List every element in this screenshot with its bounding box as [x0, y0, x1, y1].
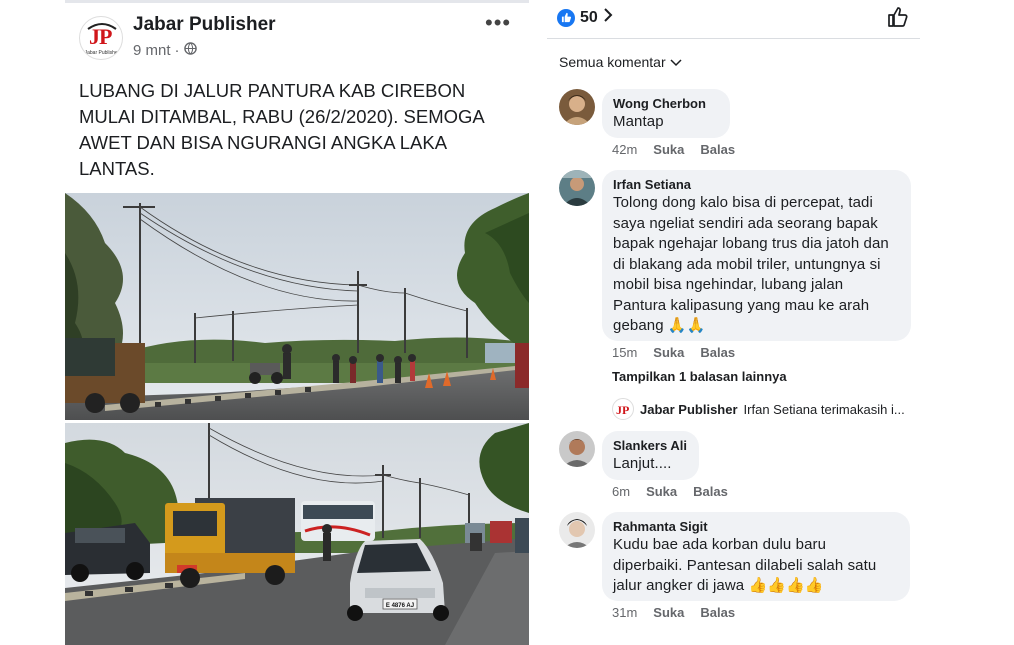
comment-actions: 42m Suka Balas	[612, 142, 735, 157]
comment-text: Lanjut....	[613, 455, 672, 472]
comment-actions: 31m Suka Balas	[612, 605, 735, 620]
chevron-down-icon	[670, 54, 682, 70]
reaction-summary[interactable]: 50	[557, 8, 613, 27]
svg-text:JP: JP	[616, 403, 629, 417]
like-comment-button[interactable]: Suka	[653, 345, 684, 360]
reply-preview[interactable]: JP Jabar Publisher Irfan Setiana terimak…	[612, 398, 905, 420]
more-horizontal-icon[interactable]: •••	[485, 10, 511, 36]
view-more-replies-link[interactable]: Tampilkan 1 balasan lainnya	[612, 369, 787, 384]
page-avatar-small: JP	[612, 398, 634, 420]
svg-text:E 4876 AJ: E 4876 AJ	[386, 603, 414, 609]
road-photo-2[interactable]: E 4876 AJ	[65, 423, 529, 645]
road-photo-1[interactable]	[65, 193, 529, 420]
reply-comment-button[interactable]: Balas	[700, 605, 735, 620]
comment-sort-dropdown[interactable]: Semua komentar	[559, 54, 682, 70]
reply-comment-button[interactable]: Balas	[693, 484, 728, 499]
post-meta: 9 mnt ·	[133, 42, 197, 59]
post-text: LUBANG DI JALUR PANTURA KAB CIREBON MULA…	[79, 80, 484, 179]
comment-time[interactable]: 42m	[612, 142, 637, 157]
commenter-name[interactable]: Wong Cherbon	[613, 95, 719, 112]
commenter-name[interactable]: Slankers Ali	[613, 437, 688, 454]
globe-icon	[183, 42, 197, 59]
divider	[547, 38, 920, 39]
comment-time[interactable]: 31m	[612, 605, 637, 620]
avatar[interactable]	[559, 89, 595, 125]
comment-actions: 6m Suka Balas	[612, 484, 728, 499]
like-reaction-icon	[557, 8, 575, 27]
comments-panel: 50 Semua komentar Wong Cherbon Mantap 42…	[547, 0, 920, 645]
post-card: J P Jabar Publisher Jabar Publisher 9 mn…	[65, 0, 529, 645]
page-avatar[interactable]: J P Jabar Publisher	[79, 16, 123, 60]
comment-text: Tolong dong kalo bisa di percepat, tadi …	[613, 194, 889, 334]
like-comment-button[interactable]: Suka	[646, 484, 677, 499]
post-author[interactable]: Jabar Publisher	[133, 14, 276, 36]
commenter-name[interactable]: Irfan Setiana	[613, 176, 900, 193]
svg-text:Jabar Publisher: Jabar Publisher	[85, 50, 120, 56]
post-time[interactable]: 9 mnt	[133, 42, 171, 59]
reply-comment-button[interactable]: Balas	[700, 345, 735, 360]
svg-text:P: P	[99, 24, 112, 49]
comment-bubble: Wong Cherbon Mantap	[602, 89, 730, 138]
avatar[interactable]	[559, 512, 595, 548]
avatar[interactable]	[559, 170, 595, 206]
like-comment-button[interactable]: Suka	[653, 605, 684, 620]
chevron-right-icon	[603, 8, 613, 27]
like-comment-button[interactable]: Suka	[653, 142, 684, 157]
top-divider	[65, 0, 529, 3]
comment-bubble: Irfan Setiana Tolong dong kalo bisa di p…	[602, 170, 911, 341]
reply-author: Jabar Publisher	[640, 401, 738, 417]
comment-bubble: Slankers Ali Lanjut....	[602, 431, 699, 480]
avatar[interactable]	[559, 431, 595, 467]
comment-text: Mantap	[613, 113, 664, 130]
comment-text: Kudu bae ada korban dulu baru diperbaiki…	[613, 536, 877, 594]
comment-time[interactable]: 15m	[612, 345, 637, 360]
reply-text: Irfan Setiana terimakasih i...	[743, 401, 905, 417]
comment-time[interactable]: 6m	[612, 484, 630, 499]
commenter-name[interactable]: Rahmanta Sigit	[613, 518, 899, 535]
thumbs-up-icon[interactable]	[887, 6, 909, 33]
comment-bubble: Rahmanta Sigit Kudu bae ada korban dulu …	[602, 512, 910, 601]
reaction-count: 50	[580, 8, 598, 26]
comment-actions: 15m Suka Balas	[612, 345, 735, 360]
reply-comment-button[interactable]: Balas	[700, 142, 735, 157]
